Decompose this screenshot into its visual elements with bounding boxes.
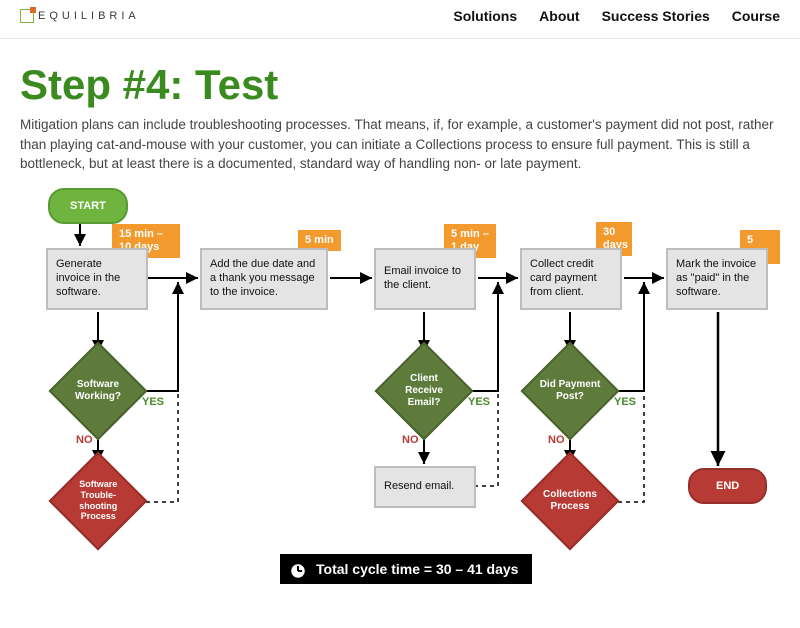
site-header: EQUILIBRIA Solutions About Success Stori… — [0, 0, 800, 39]
total-cycle-bar: Total cycle time = 30 – 41 days — [280, 554, 532, 584]
total-cycle-text: Total cycle time = 30 – 41 days — [316, 561, 518, 577]
label-yes-1: YES — [142, 396, 164, 408]
logo-mark-icon — [20, 9, 34, 23]
decision-payment-posted: Did Payment Post? — [535, 356, 605, 426]
step-email-invoice: Email invoice to the client. — [374, 248, 476, 310]
nav-about[interactable]: About — [539, 8, 579, 24]
label-no-3: NO — [548, 434, 565, 446]
step-mark-paid: Mark the invoice as "paid" in the softwa… — [666, 248, 768, 310]
main-nav: Solutions About Success Stories Course — [453, 8, 780, 24]
page-description: Mitigation plans can include troubleshoo… — [20, 115, 780, 174]
step-add-due-date: Add the due date and a thank you message… — [200, 248, 328, 310]
label-no-2: NO — [402, 434, 419, 446]
sub-collections: Collections Process — [535, 466, 605, 536]
nav-course[interactable]: Course — [732, 8, 780, 24]
end-node: END — [688, 468, 767, 504]
label-no-1: NO — [76, 434, 93, 446]
flowchart: START 15 min – 10 days Generate invoice … — [20, 186, 780, 596]
start-node: START — [48, 188, 128, 224]
page-title: Step #4: Test — [20, 61, 780, 109]
stopwatch-icon — [286, 557, 310, 581]
label-yes-3: YES — [614, 396, 636, 408]
nav-success-stories[interactable]: Success Stories — [602, 8, 710, 24]
step-collect-payment: Collect credit card payment from client. — [520, 248, 622, 310]
sub-troubleshooting: Software Trouble-shooting Process — [63, 466, 133, 536]
step-generate-invoice: Generate invoice in the software. — [46, 248, 148, 310]
brand-text: EQUILIBRIA — [38, 10, 140, 22]
brand-logo: EQUILIBRIA — [20, 9, 140, 23]
nav-solutions[interactable]: Solutions — [453, 8, 517, 24]
decision-software-working: Software Working? — [63, 356, 133, 426]
label-yes-2: YES — [468, 396, 490, 408]
decision-client-received: Client Receive Email? — [389, 356, 459, 426]
article-main: Step #4: Test Mitigation plans can inclu… — [0, 39, 800, 606]
step-resend-email: Resend email. — [374, 466, 476, 508]
